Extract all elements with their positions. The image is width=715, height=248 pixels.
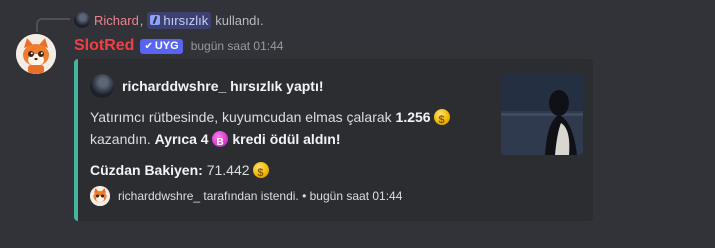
bot-username[interactable]: SlotRed [74, 37, 134, 55]
app-badge-label: UYG [154, 40, 179, 52]
embed-description: Yatırımcı rütbesinde, kuyumcudan elmas ç… [90, 106, 470, 154]
app-badge: ✔ UYG [140, 38, 183, 54]
reply-context[interactable]: Richard , hırsızlık kullandı. [74, 11, 264, 29]
wallet-balance: Cüzdan Bakiyen: 71.442 [90, 159, 270, 184]
wallet-value: 71.442 [206, 162, 250, 178]
embed-author-avatar [90, 74, 114, 98]
slash-command-icon [150, 15, 161, 25]
reply-action-text: kullandı. [215, 12, 264, 28]
reply-connector [36, 18, 70, 32]
wallet-label: Cüzdan Bakiyen: [90, 162, 203, 178]
fox-avatar-icon [90, 186, 110, 206]
reply-separator: , [139, 12, 144, 28]
message-timestamp[interactable]: bugün saat 01:44 [191, 39, 284, 53]
embed-author: richarddwshre_ hırsızlık yaptı! [90, 74, 324, 98]
slash-command-chip[interactable]: hırsızlık [147, 11, 212, 29]
reply-username[interactable]: Richard [94, 13, 139, 28]
bot-avatar[interactable] [16, 34, 56, 74]
gold-coin-icon [434, 109, 451, 131]
footer-text: richarddwshre_ tarafından istendi. • bug… [118, 189, 403, 203]
embed-footer: richarddwshre_ tarafından istendi. • bug… [90, 186, 402, 206]
bonus-prefix: Ayrıca 4 [154, 131, 209, 147]
message-embed: richarddwshre_ hırsızlık yaptı! Yatırımc… [74, 59, 593, 221]
reply-user-avatar[interactable] [74, 12, 90, 28]
bonus-suffix: kredi ödül aldın! [232, 131, 341, 147]
earned-amount: 1.256 [395, 109, 431, 125]
footer-avatar [90, 186, 110, 206]
embed-thumbnail[interactable] [501, 73, 583, 155]
desc-text-1: Yatırımcı rütbesinde, kuyumcudan elmas ç… [90, 109, 396, 125]
pink-credit-icon [212, 131, 229, 154]
slash-command-name: hırsızlık [163, 12, 209, 28]
fox-avatar-icon [16, 34, 56, 74]
embed-author-name: richarddwshre_ hırsızlık yaptı! [122, 78, 324, 94]
desc-text-2: kazandın. [90, 131, 155, 147]
thumbnail-photo [501, 73, 583, 155]
checkmark-icon: ✔ [144, 40, 153, 52]
message-header: SlotRed ✔ UYG bugün saat 01:44 [74, 35, 283, 57]
gold-coin-icon [253, 162, 270, 184]
